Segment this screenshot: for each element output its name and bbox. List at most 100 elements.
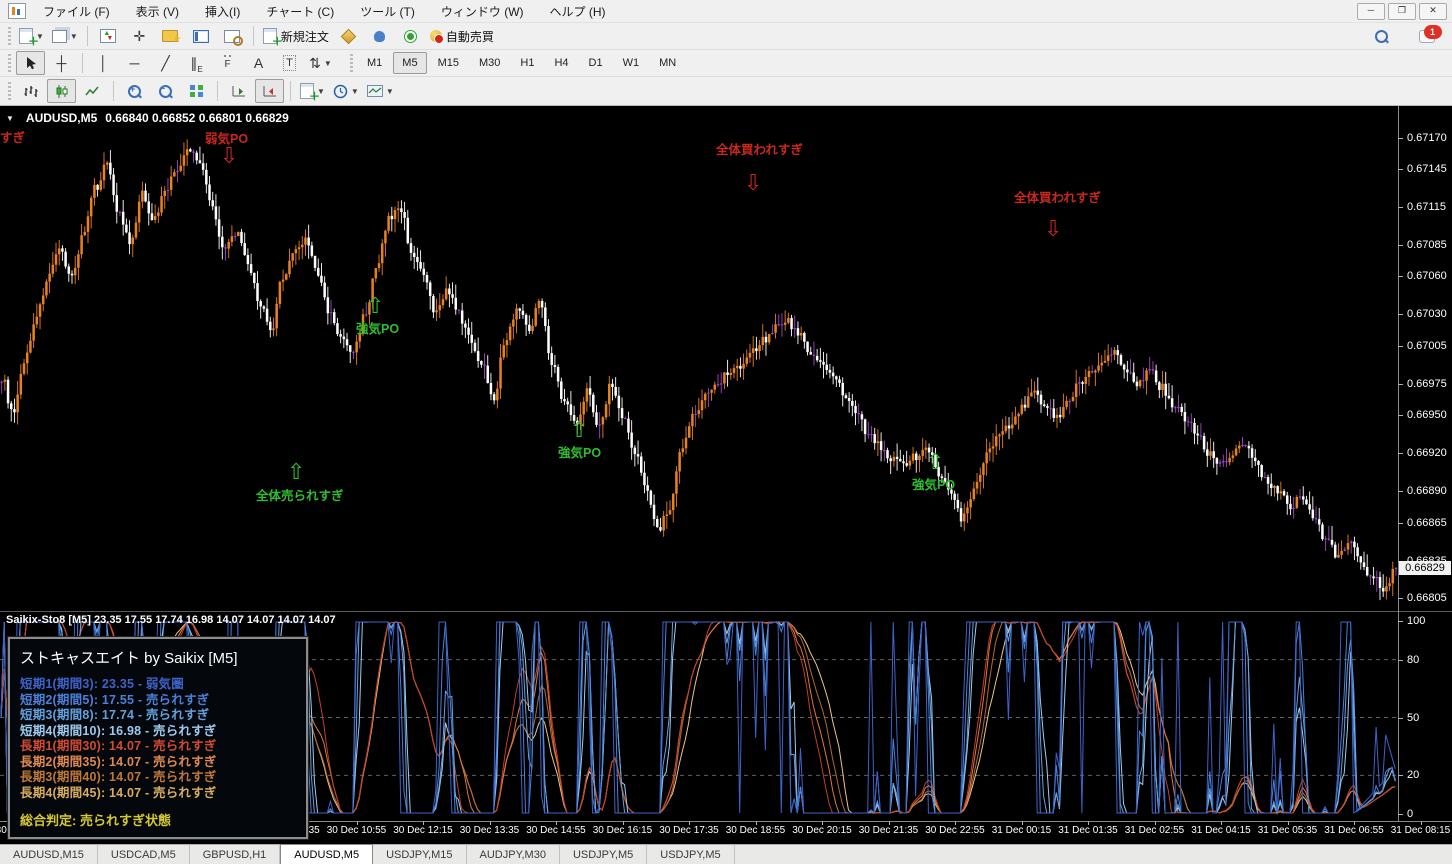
- sub-axis-tick: [1398, 814, 1403, 815]
- line-chart-button[interactable]: [78, 79, 107, 103]
- indicator-line: 長期4(期間45): 14.07 - 売られすぎ: [20, 786, 296, 802]
- metaeditor-button[interactable]: [334, 24, 363, 48]
- menu-item-3[interactable]: チャート (C): [253, 0, 347, 23]
- chart-annotation: 強気PO: [558, 442, 601, 461]
- crosshair-tool-button[interactable]: ┼: [47, 51, 76, 75]
- chart-tab-audjpy-m30[interactable]: AUDJPY,M30: [467, 845, 560, 864]
- menu-item-1[interactable]: 表示 (V): [123, 0, 192, 23]
- zoom-in-button[interactable]: +: [120, 79, 149, 103]
- menu-item-5[interactable]: ウィンドウ (W): [428, 0, 537, 23]
- horizontal-line-button[interactable]: ─: [120, 51, 149, 75]
- chart-tab-usdjpy-m5[interactable]: USDJPY,M5: [560, 845, 647, 864]
- profiles-button[interactable]: ▼: [49, 24, 81, 48]
- zoom-out-button[interactable]: -: [151, 79, 180, 103]
- time-label: 31 Dec 01:35: [1058, 825, 1118, 836]
- timeframe-H1[interactable]: H1: [511, 52, 543, 74]
- templates-button[interactable]: ▼: [364, 79, 397, 103]
- new-order-button[interactable]: ＋ 新規注文: [260, 24, 332, 48]
- periods-button[interactable]: ▼: [330, 79, 362, 103]
- chart-dropdown-icon[interactable]: ▼: [6, 114, 14, 123]
- text-label-button[interactable]: T: [275, 51, 304, 75]
- autotrade-button[interactable]: 自動売買: [427, 24, 497, 48]
- price-label: 0.66805: [1407, 593, 1447, 604]
- price-label: 0.67145: [1407, 164, 1447, 175]
- chart-tab-audusd-m15[interactable]: AUDUSD,M15: [0, 845, 98, 864]
- community-button[interactable]: [365, 24, 394, 48]
- sub-axis-tick: [1398, 660, 1403, 661]
- drawing-toolbar: ┼ │ ─ ╱ ∥ E F A T ⇅▼ M1M5M15M30H1H4D1W1M…: [0, 50, 1452, 77]
- chart-tab-usdcad-m5[interactable]: USDCAD,M5: [98, 845, 190, 864]
- chat-button[interactable]: 1: [1412, 24, 1441, 48]
- candlestick-chart[interactable]: [0, 125, 1398, 611]
- close-button[interactable]: ✕: [1419, 3, 1447, 20]
- restore-button[interactable]: ❐: [1388, 3, 1416, 20]
- minimize-button[interactable]: ─: [1357, 3, 1385, 20]
- data-window-button[interactable]: ✛: [125, 24, 154, 48]
- chart-annotation: 全体売られすぎ: [256, 485, 344, 504]
- timeframe-W1[interactable]: W1: [614, 52, 649, 74]
- time-label: 30 Dec 20:15: [792, 825, 852, 836]
- cursor-tool-button[interactable]: [16, 51, 45, 75]
- price-tick: [1398, 276, 1403, 277]
- menu-item-2[interactable]: 挿入(I): [192, 0, 253, 23]
- timeframe-H4[interactable]: H4: [545, 52, 577, 74]
- toolbar-grip[interactable]: [8, 82, 11, 100]
- navigator-button[interactable]: ★: [156, 24, 185, 48]
- menu-item-6[interactable]: ヘルプ (H): [537, 0, 619, 23]
- toolbar-grip[interactable]: [8, 54, 11, 72]
- bar-chart-button[interactable]: [16, 79, 45, 103]
- chart-tab-gbpusd-h1[interactable]: GBPUSD,H1: [190, 845, 281, 864]
- new-chart-button[interactable]: ＋▼: [16, 24, 47, 48]
- search-button[interactable]: [1367, 24, 1396, 48]
- standard-toolbar: ＋▼ ▼ ▲ ▼ ✛ ★ ＋ 新規注文 自動売買: [0, 23, 1452, 50]
- candlestick-button[interactable]: [47, 79, 76, 103]
- chart-tab-usdjpy-m15[interactable]: USDJPY,M15: [373, 845, 466, 864]
- tile-windows-button[interactable]: [182, 79, 211, 103]
- signals-icon: [407, 33, 414, 40]
- fibonacci-button[interactable]: F: [213, 51, 242, 75]
- timeframe-M30[interactable]: M30: [470, 52, 509, 74]
- timeframe-MN[interactable]: MN: [650, 52, 685, 74]
- signals-button[interactable]: [396, 24, 425, 48]
- time-label: 31 Dec 04:15: [1191, 825, 1251, 836]
- indicator-line: 短期4(期間10): 16.98 - 売られすぎ: [20, 724, 296, 740]
- price-tick: [1398, 169, 1403, 170]
- toolbar-grip[interactable]: [8, 27, 11, 45]
- time-label: 30 Dec 16:15: [593, 825, 653, 836]
- auto-scroll-button[interactable]: [224, 79, 253, 103]
- arrows-button[interactable]: ⇅▼: [306, 51, 335, 75]
- zoom-in-icon: +: [128, 85, 141, 98]
- strategy-tester-button[interactable]: [218, 24, 247, 48]
- timeframe-D1[interactable]: D1: [580, 52, 612, 74]
- indicators-button[interactable]: ＋▼: [297, 79, 328, 103]
- price-tick: [1398, 138, 1403, 139]
- auto-scroll-icon: [232, 85, 246, 98]
- arrow-down-icon: ⇩: [1044, 219, 1062, 239]
- chart-annotation: 全体買われすぎ: [1014, 187, 1101, 206]
- price-label: 0.66865: [1407, 518, 1447, 529]
- sub-axis-label: 20: [1407, 770, 1419, 781]
- chart-shift-button[interactable]: [255, 79, 284, 103]
- channel-button[interactable]: ∥ E: [182, 51, 211, 75]
- chart-annotation: 強気PO: [356, 318, 399, 337]
- search-icon: [1375, 30, 1388, 43]
- timeframe-M15[interactable]: M15: [429, 52, 468, 74]
- timeframe-M5[interactable]: M5: [393, 52, 426, 74]
- vertical-line-button[interactable]: │: [89, 51, 118, 75]
- indicator-line: 長期3(期間40): 14.07 - 売られすぎ: [20, 770, 296, 786]
- market-watch-button[interactable]: ▲ ▼: [94, 24, 123, 48]
- trendline-button[interactable]: ╱: [151, 51, 180, 75]
- terminal-button[interactable]: [187, 24, 216, 48]
- navigator-folder-icon: ★: [162, 30, 178, 42]
- text-button[interactable]: A: [244, 51, 273, 75]
- menu-item-0[interactable]: ファイル (F): [30, 0, 123, 23]
- clock-icon: [333, 84, 348, 99]
- terminal-icon: [193, 30, 209, 43]
- timeframe-M1[interactable]: M1: [358, 52, 391, 74]
- chart-area[interactable]: ▼ AUDUSD,M5 0.66840 0.66852 0.66801 0.66…: [0, 106, 1452, 844]
- menu-item-4[interactable]: ツール (T): [347, 0, 428, 23]
- arrow-down-icon: ⇩: [744, 173, 762, 193]
- toolbar-grip[interactable]: [350, 54, 353, 72]
- chart-tab-audusd-m5[interactable]: AUDUSD,M5: [280, 844, 373, 864]
- chart-tab-usdjpy-m5[interactable]: USDJPY,M5: [647, 845, 734, 864]
